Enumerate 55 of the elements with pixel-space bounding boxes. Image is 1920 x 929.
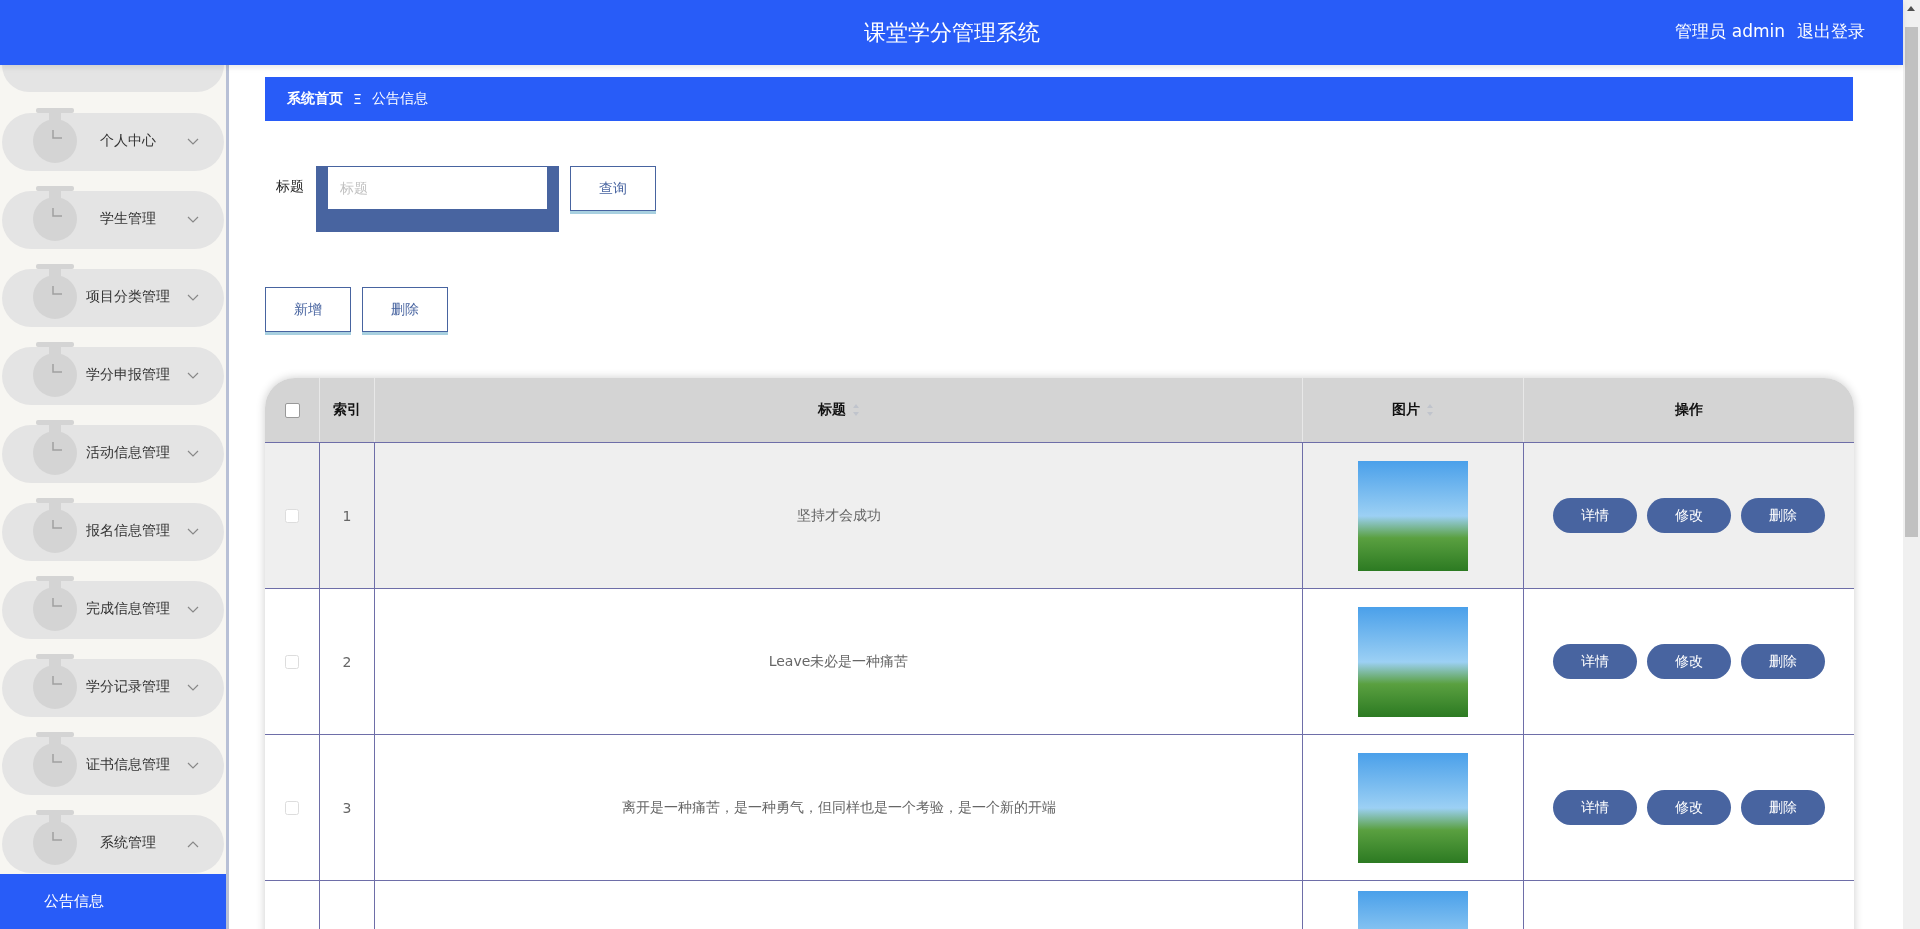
chevron-icon (187, 294, 199, 302)
checkbox[interactable] (284, 402, 300, 418)
table-cell: 1 (342, 507, 352, 524)
search-button[interactable]: 查询 (570, 166, 656, 211)
table-cell: 3 (342, 799, 352, 816)
scrollbar[interactable] (1903, 0, 1920, 929)
clock-icon (32, 810, 78, 868)
chevron-icon (187, 372, 199, 380)
chevron-icon (187, 450, 199, 458)
submenu-item[interactable]: 公告信息 (0, 874, 226, 929)
field-label: 标题 (276, 178, 304, 196)
user-label: 管理员 admin (1675, 20, 1785, 43)
chevron-icon (187, 762, 199, 770)
action-button[interactable]: 新增 (265, 287, 351, 332)
logout-link[interactable]: 退出登录 (1797, 20, 1865, 43)
clock-icon (32, 108, 78, 166)
clock-icon (32, 498, 78, 556)
row-action-button[interactable]: 删除 (1741, 790, 1825, 825)
row-action-button[interactable]: 删除 (1741, 498, 1825, 533)
chevron-icon (187, 138, 199, 146)
row-action-button[interactable]: 删除 (1741, 644, 1825, 679)
breadcrumb-link[interactable]: 系统首页 (287, 90, 343, 108)
chevron-icon (187, 216, 199, 224)
app-title: 课堂学分管理系统 (863, 18, 1040, 47)
table-cell: Leave未必是一种痛苦 (768, 652, 909, 671)
clock-icon (32, 654, 78, 712)
scrollbar-thumb[interactable] (1905, 27, 1918, 537)
row-action-button[interactable]: 修改 (1647, 644, 1731, 679)
clock-icon (32, 732, 78, 790)
chevron-icon (187, 528, 199, 536)
chevron-icon (187, 606, 199, 614)
clock-icon (32, 342, 78, 400)
clock-icon (32, 186, 78, 244)
row-action-button[interactable]: 详情 (1553, 498, 1637, 533)
column-header: 图片 (1392, 401, 1420, 419)
clock-icon (32, 420, 78, 478)
clock-icon (32, 264, 78, 322)
action-button[interactable]: 删除 (362, 287, 448, 332)
column-header: 索引 (333, 401, 361, 419)
scroll-up-icon[interactable] (1907, 6, 1915, 11)
row-action-button[interactable]: 详情 (1553, 790, 1637, 825)
table-cell: 坚持才会成功 (796, 506, 881, 525)
table-cell: 离开是一种痛苦，是一种勇气，但同样也是一个考验，是一个新的开端 (621, 798, 1056, 817)
row-action-button[interactable]: 详情 (1553, 644, 1637, 679)
chevron-icon (187, 840, 199, 848)
row-action-button[interactable]: 修改 (1647, 498, 1731, 533)
search-field[interactable]: 标题 (316, 166, 559, 232)
clock-icon (32, 576, 78, 634)
column-header: 标题 (817, 401, 846, 419)
column-header: 操作 (1675, 401, 1703, 419)
breadcrumb-current: 公告信息 (371, 90, 428, 108)
breadcrumb-separator: Ξ (353, 91, 362, 107)
table-cell: 2 (342, 653, 352, 670)
row-action-button[interactable]: 修改 (1647, 790, 1731, 825)
chevron-icon (187, 684, 199, 692)
